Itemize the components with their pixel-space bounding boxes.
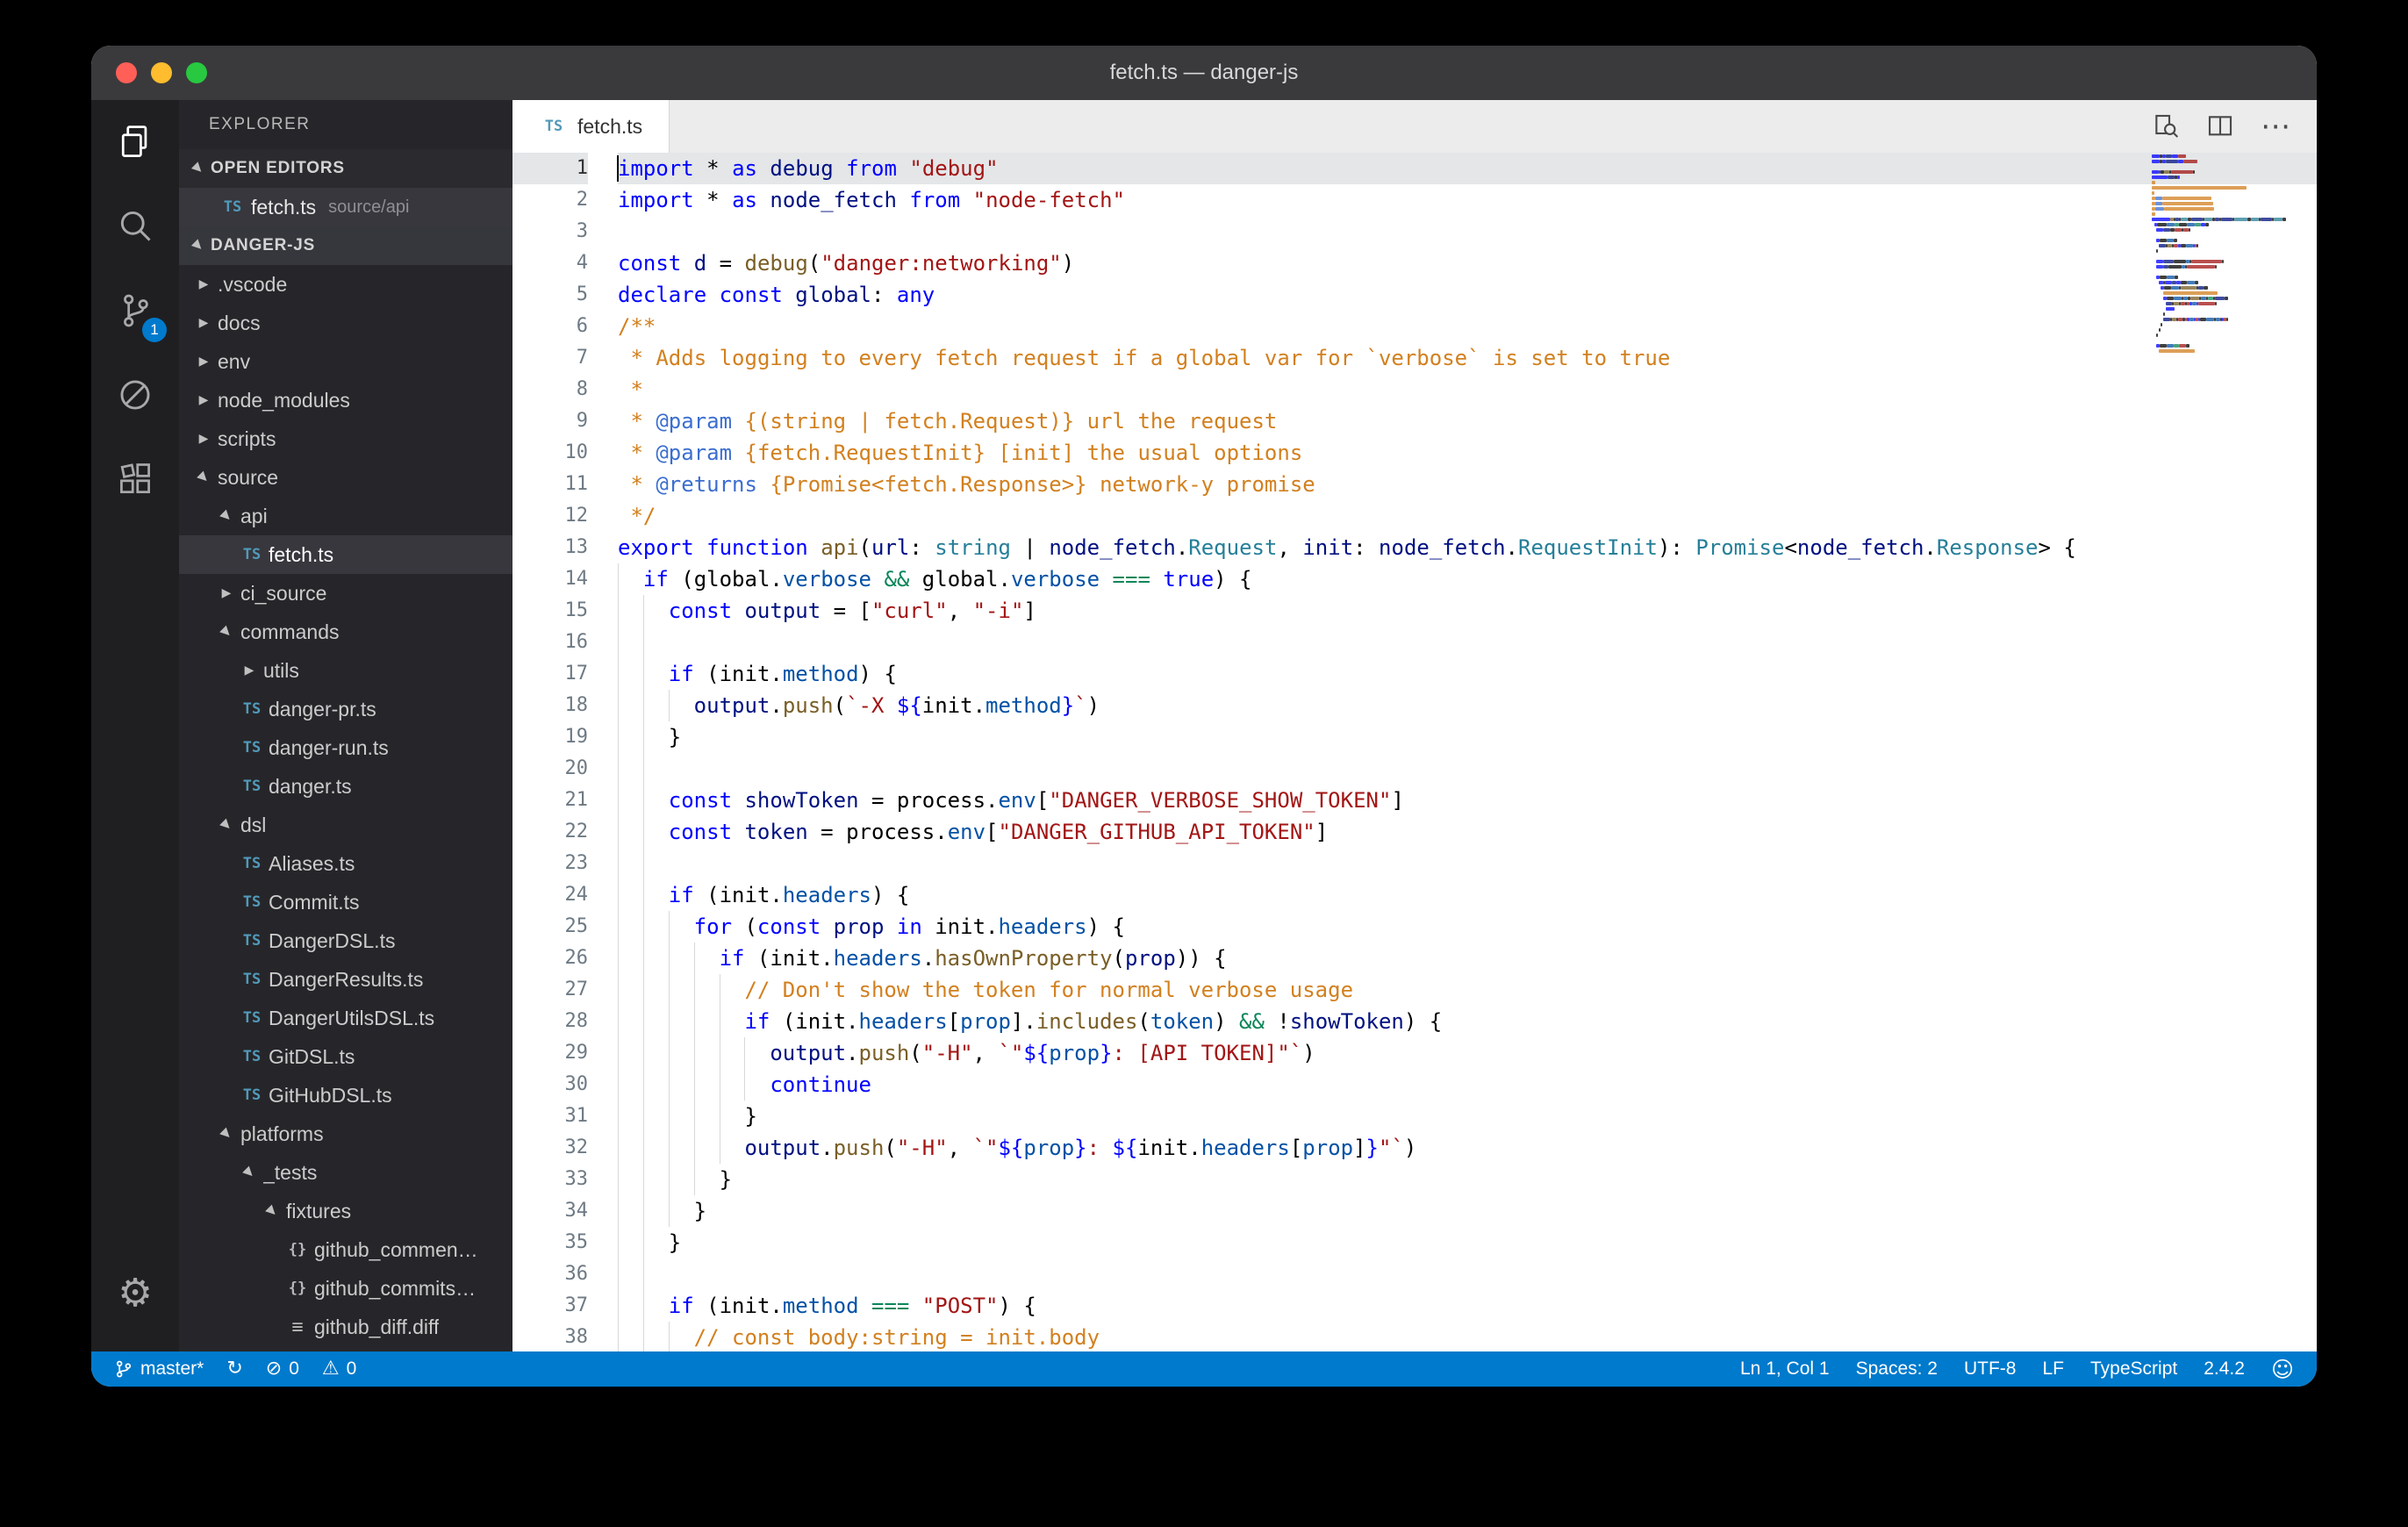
tree-folder-scripts[interactable]: ▶ scripts — [179, 419, 512, 458]
split-editor-icon — [2208, 116, 2232, 136]
traffic-lights — [116, 46, 207, 100]
sidebar-explorer: EXPLORER ▶ OPEN EDITORS TS fetch.ts sour… — [179, 100, 512, 1351]
more-actions-button[interactable]: ⋯ — [2261, 111, 2290, 141]
find-file-icon — [2155, 114, 2179, 138]
feedback-smiley-icon: ☺ — [2270, 1356, 2294, 1382]
error-count: 0 — [289, 1359, 299, 1379]
activity-settings[interactable]: ⚙ — [91, 1251, 179, 1336]
tree-file-github_commits…[interactable]: {} github_commits… — [179, 1269, 512, 1308]
project-section-header[interactable]: ▶ DANGER-JS — [179, 226, 512, 265]
tree-file-danger-run.ts[interactable]: TS danger-run.ts — [179, 728, 512, 767]
tree-file-DangerResults.ts[interactable]: TS DangerResults.ts — [179, 960, 512, 999]
project-name-label: DANGER-JS — [211, 236, 316, 254]
close-button[interactable] — [116, 62, 137, 83]
tab-label: fetch.ts — [577, 114, 643, 138]
tree-file-Commit.ts[interactable]: TS Commit.ts — [179, 883, 512, 921]
activity-source-control[interactable]: 1 — [91, 269, 179, 353]
activity-debug[interactable] — [91, 353, 179, 437]
explorer-title: EXPLORER — [209, 115, 311, 133]
warning-icon: ⚠ — [321, 1358, 340, 1380]
minimap[interactable] — [2152, 154, 2286, 355]
extensions-icon — [120, 463, 150, 494]
tab-bar: TS fetch.ts ⋯ — [512, 100, 2317, 153]
tree-file-fetch.ts[interactable]: TS fetch.ts — [179, 535, 512, 574]
code-area: 1 2 3 4 5 6 7 8 9 10 11 12 13 14 15 16 17 18 19 20 21 22 23 24 2… — [512, 153, 2317, 1351]
search-icon — [120, 211, 151, 241]
status-eol[interactable]: LF — [2042, 1359, 2064, 1380]
status-git-branch[interactable]: master* — [114, 1359, 204, 1380]
split-editor-button[interactable] — [2206, 112, 2234, 140]
tree-folder-env[interactable]: ▶ env — [179, 342, 512, 381]
editor-actions: ⋯ — [2152, 100, 2317, 153]
branch-label: master* — [140, 1359, 204, 1379]
activity-search[interactable] — [91, 184, 179, 269]
tree-file-Aliases.ts[interactable]: TS Aliases.ts — [179, 844, 512, 883]
typescript-file-icon: TS — [544, 118, 563, 135]
tree-folder-commands[interactable]: ▶ commands — [179, 613, 512, 651]
open-editor-filename: fetch.ts — [251, 195, 317, 219]
ellipsis-icon: ⋯ — [2261, 109, 2290, 144]
zoom-button[interactable] — [186, 62, 207, 83]
typescript-file-icon: TS — [223, 198, 242, 216]
tree-folder-fixtures[interactable]: ▶ fixtures — [179, 1192, 512, 1230]
activity-explorer[interactable] — [91, 100, 179, 184]
status-feedback[interactable]: ☺ — [2271, 1359, 2294, 1380]
status-errors[interactable]: ⊘ 0 — [266, 1359, 299, 1380]
files-icon — [121, 125, 147, 157]
error-icon: ⊘ — [265, 1358, 283, 1380]
activity-extensions[interactable] — [91, 437, 179, 521]
tab-fetch-ts[interactable]: TS fetch.ts — [512, 100, 670, 153]
activity-bar: 1 ⚙ — [91, 100, 179, 1351]
open-editors-label: OPEN EDITORS — [211, 159, 345, 177]
tree-folder-utils[interactable]: ▶ utils — [179, 651, 512, 690]
minimize-button[interactable] — [151, 62, 172, 83]
tree-folder-source[interactable]: ▶ source — [179, 458, 512, 497]
status-extension-version[interactable]: 2.4.2 — [2204, 1359, 2245, 1380]
tree-folder-ci_source[interactable]: ▶ ci_source — [179, 574, 512, 613]
vscode-window: fetch.ts — danger-js 1 ⚙ EXPLORER ▶ OPEN… — [91, 46, 2317, 1387]
tree-file-github_diff.diff[interactable]: ≡ github_diff.diff — [179, 1308, 512, 1346]
tree-file-GitHubDSL.ts[interactable]: TS GitHubDSL.ts — [179, 1076, 512, 1115]
git-branch-icon — [116, 1360, 132, 1378]
tree-folder-docs[interactable]: ▶ docs — [179, 304, 512, 342]
tree-file-danger.ts[interactable]: TS danger.ts — [179, 767, 512, 806]
tree-file-GitDSL.ts[interactable]: TS GitDSL.ts — [179, 1037, 512, 1076]
settings-gear-icon: ⚙ — [118, 1271, 153, 1316]
open-editor-path: source/api — [328, 197, 410, 217]
file-tree: ▶ .vscode ▶ docs ▶ env ▶ node_modules ▶ scripts ▶ s… — [179, 265, 512, 1351]
tree-file-DangerUtilsDSL.ts[interactable]: TS DangerUtilsDSL.ts — [179, 999, 512, 1037]
tree-folder-dsl[interactable]: ▶ dsl — [179, 806, 512, 844]
open-changes-button[interactable] — [2152, 112, 2180, 140]
status-sync[interactable]: ↻ — [226, 1359, 242, 1379]
sync-icon: ↻ — [226, 1358, 243, 1380]
open-editors-header[interactable]: ▶ OPEN EDITORS — [179, 149, 512, 188]
tree-folder-_tests[interactable]: ▶ _tests — [179, 1153, 512, 1192]
tree-folder-.vscode[interactable]: ▶ .vscode — [179, 265, 512, 304]
status-warnings[interactable]: ⚠ 0 — [322, 1359, 356, 1380]
status-language-mode[interactable]: TypeScript — [2090, 1359, 2177, 1380]
titlebar: fetch.ts — danger-js — [91, 46, 2317, 100]
gutter[interactable]: 1 2 3 4 5 6 7 8 9 10 11 12 13 14 15 16 17 18 19 20 21 22 23 24 2… — [512, 153, 618, 1351]
tree-file-github_commen…[interactable]: {} github_commen… — [179, 1230, 512, 1269]
status-indentation[interactable]: Spaces: 2 — [1856, 1359, 1938, 1380]
debug-icon — [120, 380, 150, 410]
chevron-expanded-icon: ▶ — [190, 160, 207, 177]
scm-badge: 1 — [142, 318, 167, 342]
window-title: fetch.ts — danger-js — [1109, 61, 1299, 84]
editor-group: TS fetch.ts ⋯ 1 2 3 4 5 6 7 8 9 10 11 12… — [512, 100, 2317, 1351]
tree-folder-platforms[interactable]: ▶ platforms — [179, 1115, 512, 1153]
tree-folder-api[interactable]: ▶ api — [179, 497, 512, 535]
status-bar: master* ↻ ⊘ 0 ⚠ 0 Ln 1, Col 1 Spaces: 2 UT… — [91, 1351, 2317, 1387]
tree-folder-node_modules[interactable]: ▶ node_modules — [179, 381, 512, 419]
open-editor-item-fetch-ts[interactable]: TS fetch.ts source/api — [179, 188, 512, 226]
chevron-expanded-icon: ▶ — [190, 237, 207, 254]
code-lines[interactable]: import * as debug from "debug" import * a… — [617, 153, 2317, 1351]
tree-file-danger-pr.ts[interactable]: TS danger-pr.ts — [179, 690, 512, 728]
status-encoding[interactable]: UTF-8 — [1964, 1359, 2017, 1380]
status-cursor-position[interactable]: Ln 1, Col 1 — [1740, 1359, 1830, 1380]
tree-file-DangerDSL.ts[interactable]: TS DangerDSL.ts — [179, 921, 512, 960]
warning-count: 0 — [346, 1359, 357, 1379]
